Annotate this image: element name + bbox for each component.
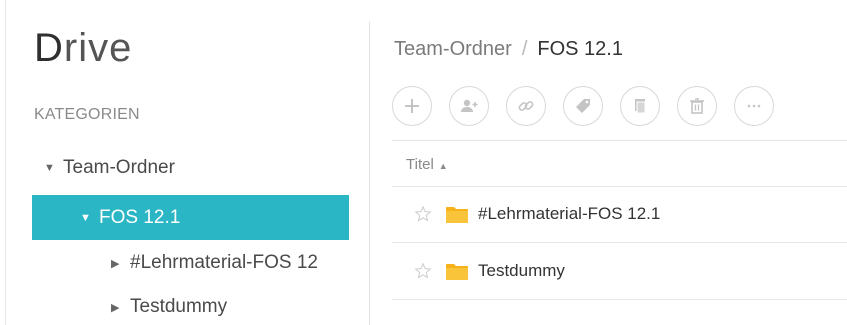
sidebar-item-team-ordner[interactable]: ▼ Team-Ordner (44, 150, 175, 186)
sidebar-item-label: FOS 12.1 (99, 206, 181, 228)
more-icon (747, 104, 761, 108)
breadcrumb-current: FOS 12.1 (537, 38, 623, 60)
link-icon (518, 101, 534, 111)
main-content: Team-Ordner / FOS 12.1 Titel ▲ #Lehrmate… (370, 0, 847, 325)
file-name[interactable]: #Lehrmaterial-FOS 12.1 (478, 204, 660, 224)
breadcrumb: Team-Ordner / FOS 12.1 (394, 38, 623, 61)
caret-down-icon[interactable]: ▼ (80, 212, 91, 224)
caret-right-icon[interactable]: ▶ (111, 301, 121, 314)
star-icon[interactable] (414, 262, 432, 280)
caret-right-icon[interactable]: ▶ (111, 257, 121, 270)
toolbar (392, 86, 774, 126)
folder-icon (446, 206, 468, 223)
copy-button[interactable] (620, 86, 660, 126)
file-name[interactable]: Testdummy (478, 261, 565, 281)
categories-heading: KATEGORIEN (34, 106, 140, 123)
copy-icon (635, 99, 646, 114)
tag-button[interactable] (563, 86, 603, 126)
drive-logo[interactable]: Drive (34, 26, 132, 71)
sort-asc-icon: ▲ (438, 161, 448, 171)
star-icon[interactable] (414, 205, 432, 223)
table-row[interactable]: Testdummy (392, 243, 847, 300)
table-row[interactable]: #Lehrmaterial-FOS 12.1 (392, 186, 847, 243)
sidebar-item-lehrmaterial[interactable]: ▶ #Lehrmaterial-FOS 12 (111, 245, 318, 281)
trash-icon (690, 98, 704, 114)
tag-icon (576, 99, 590, 113)
caret-down-icon[interactable]: ▼ (44, 162, 55, 174)
sidebar-item-label: #Lehrmaterial-FOS 12 (130, 252, 318, 273)
add-user-icon (461, 99, 478, 112)
sidebar: Drive KATEGORIEN ▼ Team-Ordner ▼ FOS 12.… (0, 0, 360, 325)
new-button[interactable] (392, 86, 432, 126)
sidebar-item-testdummy[interactable]: ▶ Testdummy (111, 289, 227, 325)
more-button[interactable] (734, 86, 774, 126)
delete-button[interactable] (677, 86, 717, 126)
folder-icon (446, 263, 468, 280)
sidebar-item-fos-12-1[interactable]: ▼ FOS 12.1 (32, 195, 349, 240)
sidebar-item-label: Team-Ordner (63, 157, 175, 178)
breadcrumb-separator: / (521, 38, 528, 60)
plus-icon (405, 99, 419, 113)
sidebar-item-label: Testdummy (130, 296, 228, 317)
breadcrumb-parent[interactable]: Team-Ordner (394, 38, 512, 61)
table-header: Titel ▲ (392, 140, 847, 187)
column-header-title[interactable]: Titel ▲ (406, 156, 448, 173)
link-button[interactable] (506, 86, 546, 126)
share-user-button[interactable] (449, 86, 489, 126)
